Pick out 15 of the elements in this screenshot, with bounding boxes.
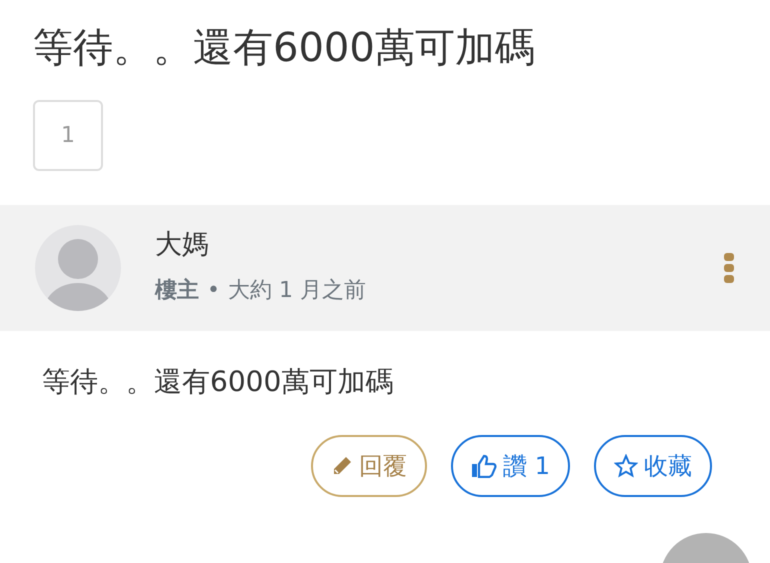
- favorite-button[interactable]: 收藏: [594, 435, 712, 497]
- reply-button[interactable]: 回覆: [311, 435, 428, 497]
- post-time: 大約 1 月之前: [228, 276, 366, 305]
- page-title: 等待。。還有6000萬可加碼: [32, 24, 536, 73]
- more-icon[interactable]: [723, 253, 735, 283]
- pencil-icon: [331, 455, 354, 477]
- page-button[interactable]: 1: [33, 100, 103, 171]
- star-icon: [614, 454, 638, 478]
- author-name: 大媽: [155, 229, 210, 262]
- like-button[interactable]: 讚 1: [451, 435, 570, 497]
- separator-dot: •: [207, 276, 220, 305]
- post-text: 等待。。還有6000萬可加碼: [41, 364, 394, 400]
- author-role: 樓主: [155, 276, 199, 305]
- avatar-icon: [35, 225, 121, 311]
- thumbs-up-icon: [471, 454, 498, 478]
